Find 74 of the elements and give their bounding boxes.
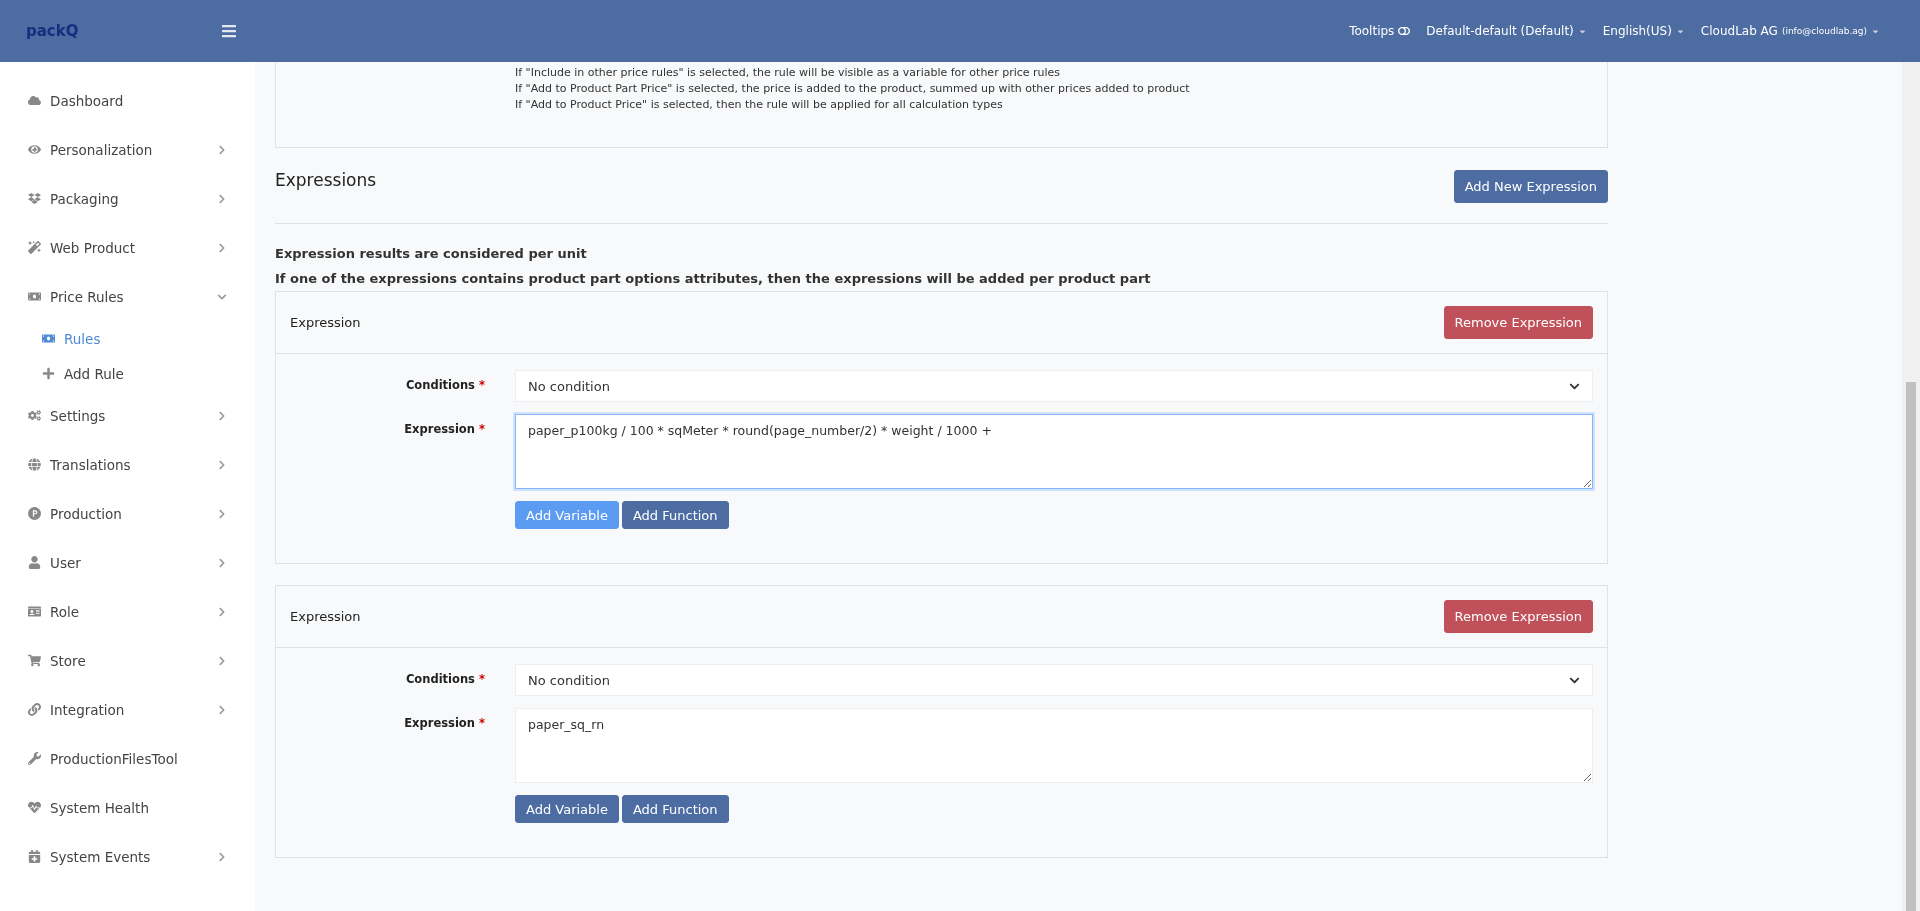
link-icon: [28, 703, 41, 716]
sidebar-item[interactable]: System Events: [0, 832, 255, 881]
sidebar-item[interactable]: Price Rules: [0, 272, 255, 321]
conditions-select[interactable]: No condition: [515, 370, 1593, 402]
heartbeat-icon: [28, 801, 41, 814]
expression-input[interactable]: paper_sq_rn: [515, 708, 1593, 783]
header-dropdown[interactable]: CloudLab AG (info@cloudlab.ag): [1700, 24, 1880, 38]
banknote-icon: [42, 332, 55, 345]
cart-icon: [28, 654, 41, 667]
box-icon: [28, 192, 41, 205]
note-text: Expression results are considered per unit: [275, 246, 588, 261]
cloud-icon: [28, 94, 41, 107]
eye-icon: [28, 143, 41, 156]
sidebar-item[interactable]: Production: [0, 489, 255, 538]
sidebar-subitem[interactable]: Rules: [0, 321, 255, 356]
sidebar-item[interactable]: Translations: [0, 440, 255, 489]
remove-expression-button[interactable]: Remove Expression: [1443, 306, 1593, 339]
wand-icon: [28, 241, 41, 254]
info-text: If "Add to Product Price" is selected, then the rule will be applied for all calculation types: [515, 98, 1004, 111]
sidebar-item[interactable]: Store: [0, 636, 255, 685]
field-label: Conditions *: [405, 671, 485, 688]
chevron-icon: [217, 144, 227, 155]
info-text: If "Add to Product Part Price" is selected, the price is added to the product, summed up with other prices added to product: [515, 82, 1191, 95]
section-title: Expressions: [275, 170, 377, 190]
sidebar-item[interactable]: Packaging: [0, 174, 255, 223]
card-title: Expression: [290, 315, 361, 330]
chevron-icon: [217, 193, 227, 204]
tooltips-toggle[interactable]: Tooltips: [1349, 24, 1411, 38]
chevron-icon: [217, 242, 227, 253]
sidebar-item[interactable]: System Health: [0, 783, 255, 832]
field-label: Expression *: [404, 421, 485, 438]
chevron-icon: [217, 704, 227, 715]
chevron-icon: [217, 508, 227, 519]
toggle-icon[interactable]: [1398, 25, 1411, 37]
field-label: Conditions *: [405, 377, 485, 394]
header-dropdown[interactable]: Default-default (Default): [1426, 24, 1587, 38]
calendar-icon: [28, 850, 41, 863]
card-title: Expression: [290, 609, 361, 624]
chevron-icon: [217, 410, 227, 421]
wrench-icon: [28, 752, 41, 765]
field-label: Expression *: [404, 715, 485, 732]
note-text: If one of the expressions contains product part options attributes, then the expressions will be added per product part: [275, 271, 1152, 286]
chevron-icon: [217, 459, 227, 470]
id-card-icon: [28, 605, 41, 618]
header-dropdown[interactable]: English(US): [1602, 24, 1685, 38]
chevron-icon: [217, 557, 227, 568]
info-text: If "Include in other price rules" is selected, the rule will be visible as a variable for other price rules: [515, 66, 1062, 79]
plus-icon: [42, 367, 55, 380]
p-circle-icon: [28, 507, 41, 520]
sidebar-item[interactable]: ProductionFilesTool: [0, 734, 255, 783]
add-expression-button[interactable]: Add New Expression: [1453, 170, 1608, 203]
expression-tool-button[interactable]: Add Variable: [515, 795, 619, 823]
remove-expression-button[interactable]: Remove Expression: [1443, 600, 1593, 633]
chevron-icon: [217, 291, 227, 302]
user-icon: [28, 556, 41, 569]
sidebar-item[interactable]: Integration: [0, 685, 255, 734]
conditions-select[interactable]: No condition: [515, 664, 1593, 696]
sidebar-item[interactable]: Personalization: [0, 125, 255, 174]
chevron-icon: [217, 851, 227, 862]
chevron-icon: [217, 606, 227, 617]
scrollbar[interactable]: [1902, 62, 1920, 911]
menu-icon[interactable]: [221, 23, 237, 39]
expression-tool-button[interactable]: Add Function: [621, 501, 729, 529]
banknote-icon: [28, 290, 41, 303]
sidebar-subitem[interactable]: Add Rule: [0, 356, 255, 391]
expression-input[interactable]: paper_p100kg / 100 * sqMeter * round(page_number/2) * weight / 1000 +: [515, 414, 1593, 489]
sidebar-item[interactable]: User: [0, 538, 255, 587]
chevron-icon: [217, 655, 227, 666]
sidebar-item[interactable]: Role: [0, 587, 255, 636]
sidebar-item[interactable]: Dashboard: [0, 76, 255, 125]
expression-tool-button[interactable]: Add Function: [621, 795, 729, 823]
sidebar-item[interactable]: Settings: [0, 391, 255, 440]
gears-icon: [28, 409, 41, 422]
sidebar-item[interactable]: Web Product: [0, 223, 255, 272]
